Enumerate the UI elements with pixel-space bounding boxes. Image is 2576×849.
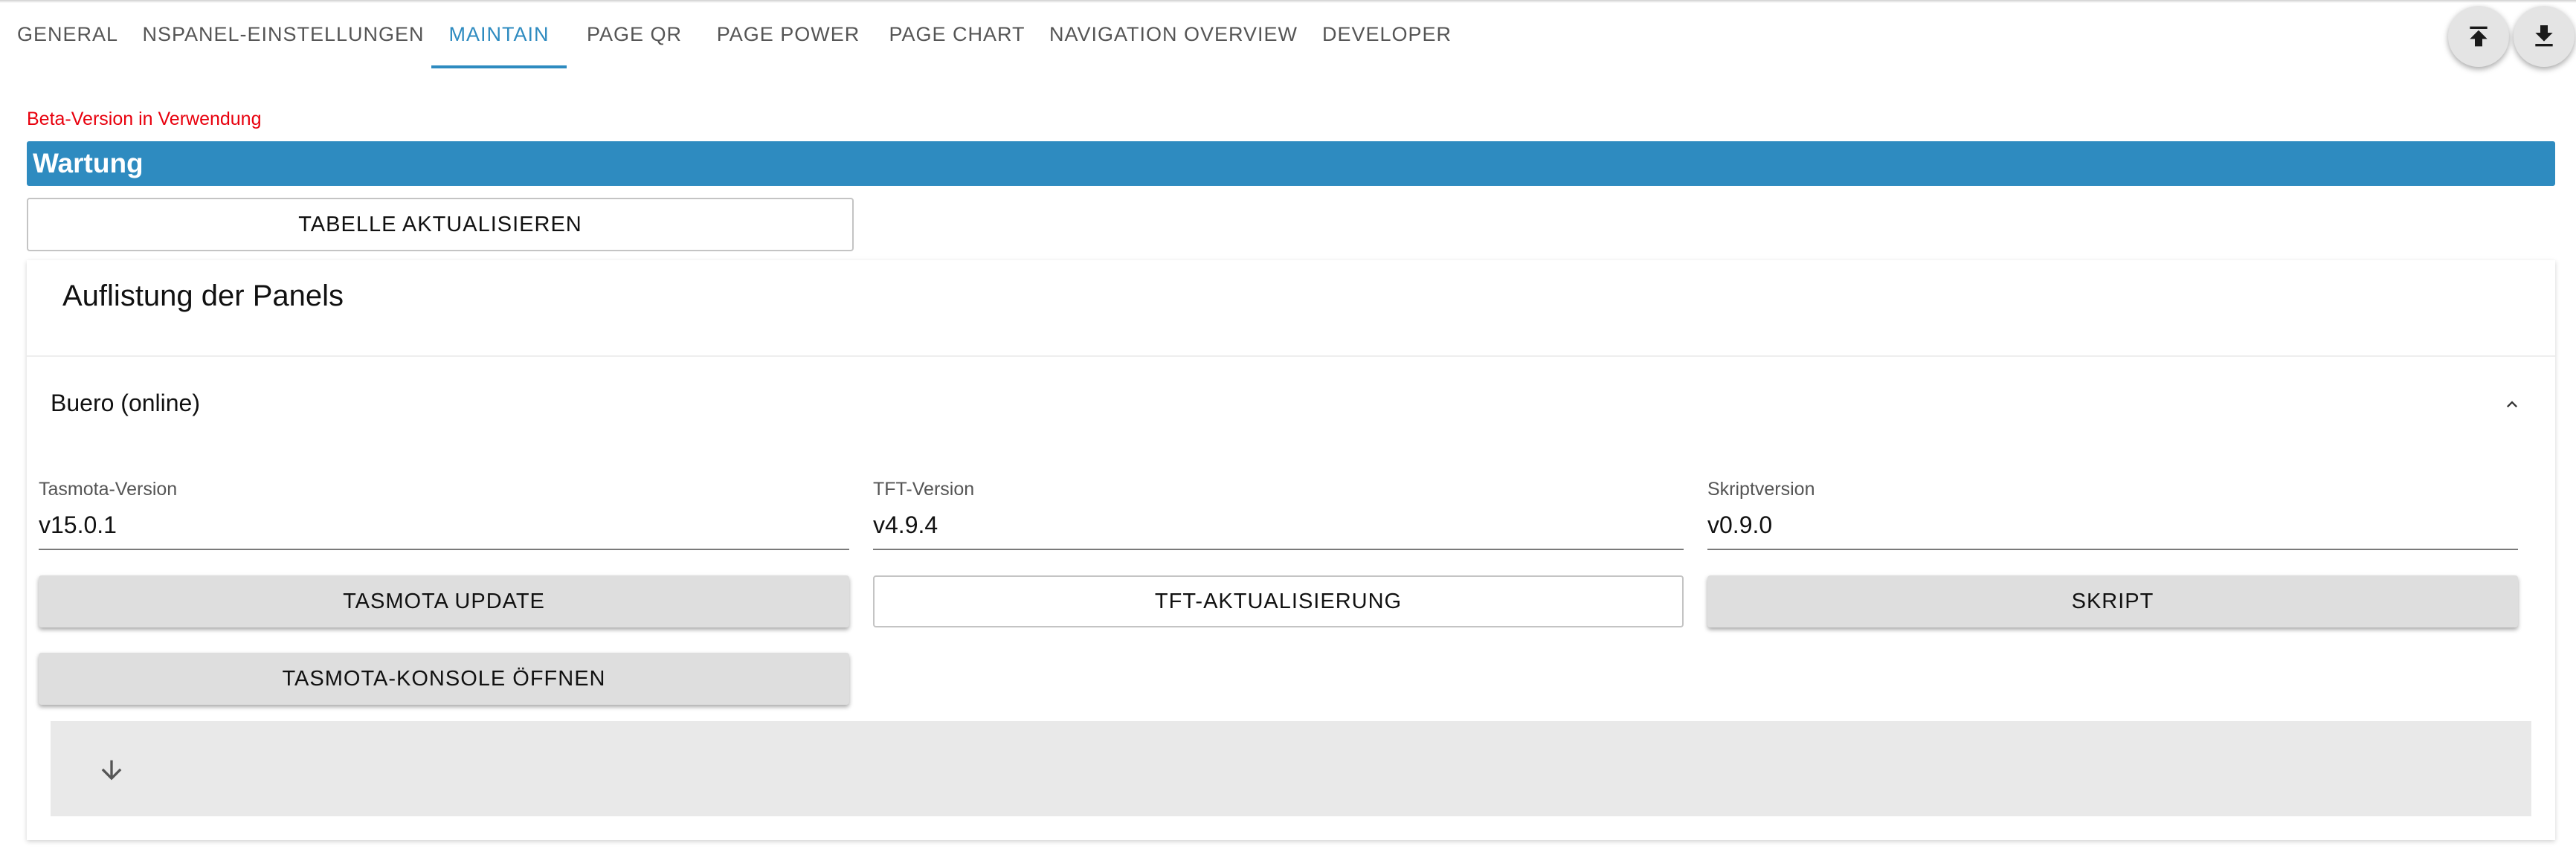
- active-tab-indicator: [431, 65, 567, 68]
- tft-update-button[interactable]: TFT-AKTUALISIERUNG: [873, 575, 1684, 627]
- open-tasmota-console-button[interactable]: TASMOTA-KONSOLE ÖFFNEN: [39, 653, 849, 705]
- script-version-underline: [1707, 549, 2518, 550]
- section-title: Wartung: [33, 148, 144, 178]
- upload-button[interactable]: [2448, 6, 2509, 67]
- script-button[interactable]: SKRIPT: [1707, 575, 2518, 627]
- tab-bar: GENERAL NSPANEL-EINSTELLUNGEN MAINTAIN P…: [0, 0, 2424, 71]
- card-divider: [27, 355, 2555, 357]
- card-title: Auflistung der Panels: [62, 280, 344, 312]
- panel-accordion-title[interactable]: Buero (online): [51, 390, 200, 417]
- tasmota-update-button[interactable]: TASMOTA UPDATE: [39, 575, 849, 627]
- download-button[interactable]: [2514, 6, 2575, 67]
- tab-developer[interactable]: DEVELOPER: [1307, 0, 1466, 71]
- tab-general[interactable]: GENERAL: [0, 0, 135, 71]
- arrow-down-icon[interactable]: [97, 755, 126, 785]
- script-version-label: Skriptversion: [1707, 479, 1815, 500]
- script-version-value: v0.9.0: [1707, 511, 1773, 538]
- tab-page-qr[interactable]: PAGE QR: [567, 0, 702, 71]
- tab-page-chart[interactable]: PAGE CHART: [875, 0, 1040, 71]
- details-panel: [51, 721, 2531, 816]
- tab-page-power[interactable]: PAGE POWER: [702, 0, 875, 71]
- tft-version-underline: [873, 549, 1684, 550]
- section-header: Wartung: [27, 141, 2555, 186]
- tasmota-version-value: v15.0.1: [39, 511, 117, 538]
- download-icon: [2535, 25, 2553, 47]
- tft-version-value: v4.9.4: [873, 511, 938, 538]
- tab-nspanel-einstellungen[interactable]: NSPANEL-EINSTELLUNGEN: [135, 0, 431, 71]
- refresh-table-button[interactable]: TABELLE AKTUALISIEREN: [27, 198, 854, 251]
- tab-navigation-overview[interactable]: NAVIGATION OVERVIEW: [1040, 0, 1307, 71]
- beta-notice: Beta-Version in Verwendung: [27, 109, 262, 129]
- tft-version-label: TFT-Version: [873, 479, 975, 500]
- tasmota-version-label: Tasmota-Version: [39, 479, 178, 500]
- chevron-up-icon[interactable]: [2502, 394, 2522, 415]
- upload-icon: [2470, 26, 2488, 47]
- tasmota-version-underline: [39, 549, 849, 550]
- tab-maintain[interactable]: MAINTAIN: [431, 0, 567, 71]
